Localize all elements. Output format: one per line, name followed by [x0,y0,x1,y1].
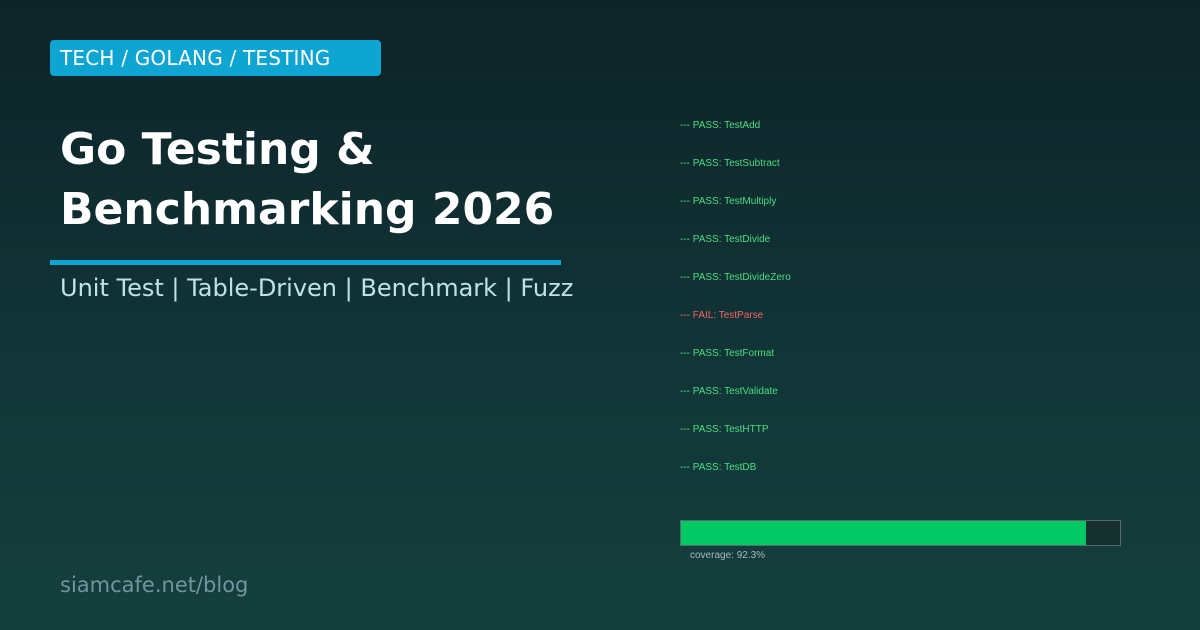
page-title-line-1: Go Testing & [60,124,375,175]
test-result-line: --- PASS: TestMultiply [680,196,777,207]
test-result-line: --- PASS: TestFormat [680,348,775,359]
test-result-line: --- PASS: TestDivide [680,234,771,245]
coverage-bar-fill [681,521,1087,545]
category-badge: TECH / GOLANG / TESTING [50,40,381,76]
test-result-line: --- PASS: TestDB [680,462,757,473]
page-title-line-2: Benchmarking 2026 [60,184,555,235]
coverage-bar [680,520,1121,546]
test-result-line: --- PASS: TestAdd [680,120,761,131]
test-result-line: --- PASS: TestSubtract [680,158,780,169]
page-title: Go Testing & Benchmarking 2026 [60,120,554,240]
test-result-line: --- FAIL: TestParse [680,310,764,321]
test-result-line: --- PASS: TestHTTP [680,424,769,435]
test-result-line: --- PASS: TestValidate [680,386,778,397]
test-result-line: --- PASS: TestDivideZero [680,272,791,283]
test-output-list: --- PASS: TestAdd --- PASS: TestSubtract… [680,118,791,498]
site-url: siamcafe.net/blog [60,573,249,597]
title-divider [50,260,561,265]
coverage-label: coverage: 92.3% [690,550,766,561]
subtitle: Unit Test | Table-Driven | Benchmark | F… [60,274,574,302]
